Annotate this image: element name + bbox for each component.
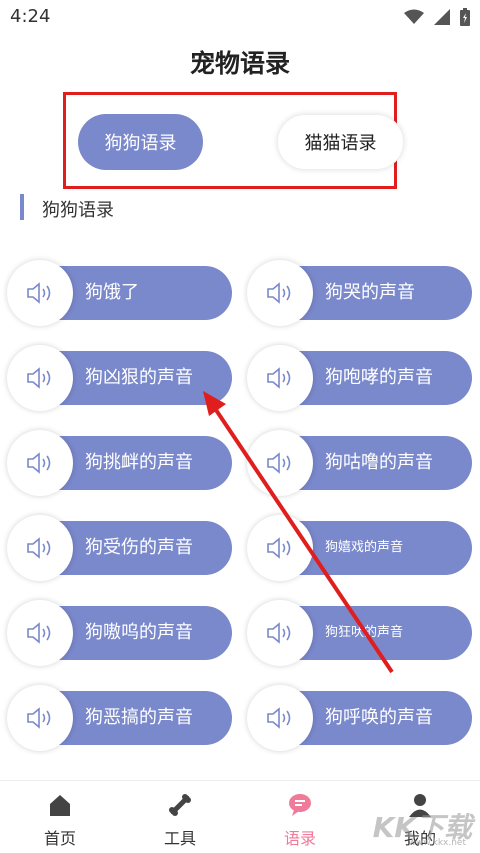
sound-item-label: 狗咆哮的声音: [325, 367, 433, 388]
nav-quotes[interactable]: 语录: [240, 781, 360, 853]
sound-item[interactable]: 狗嬉戏的声音: [247, 515, 472, 581]
speaker-icon[interactable]: [7, 345, 73, 411]
wifi-icon: [404, 9, 424, 29]
section-title: 狗狗语录: [42, 200, 114, 221]
status-icons: [404, 8, 470, 30]
speaker-icon[interactable]: [247, 260, 313, 326]
sound-item[interactable]: 狗狂吠的声音: [247, 600, 472, 666]
signal-icon: [434, 9, 450, 29]
speaker-icon[interactable]: [247, 430, 313, 496]
nav-label: 工具: [163, 829, 196, 848]
speaker-icon[interactable]: [247, 345, 313, 411]
section-indicator: [20, 194, 24, 220]
nav-label: 首页: [43, 829, 76, 848]
sound-item[interactable]: 狗嗷呜的声音: [7, 600, 232, 666]
watermark-url: www.kkx.net: [408, 838, 467, 848]
speaker-icon[interactable]: [247, 600, 313, 666]
page-title: 宠物语录: [189, 49, 290, 78]
sound-item-label: 狗恶搞的声音: [85, 707, 193, 728]
tab-cat-quotes[interactable]: 猫猫语录: [277, 114, 404, 170]
sound-item-label: 狗饿了: [85, 282, 139, 303]
nav-tools[interactable]: 工具: [120, 781, 240, 853]
nav-home[interactable]: 首页: [0, 781, 120, 853]
sound-item[interactable]: 狗咕噜的声音: [247, 430, 472, 496]
sound-item-bar: [47, 266, 232, 320]
nav-label: 语录: [283, 829, 316, 848]
speaker-icon[interactable]: [7, 600, 73, 666]
speaker-icon[interactable]: [7, 430, 73, 496]
sound-item[interactable]: 狗凶狠的声音: [7, 345, 232, 411]
speaker-icon[interactable]: [7, 515, 73, 581]
sound-item-label: 狗狂吠的声音: [325, 625, 404, 640]
sound-item-label: 狗嬉戏的声音: [325, 540, 404, 555]
sound-item[interactable]: 狗恶搞的声音: [7, 685, 232, 751]
sound-item[interactable]: 狗受伤的声音: [7, 515, 232, 581]
chat-icon: [286, 791, 314, 819]
speaker-icon[interactable]: [247, 685, 313, 751]
tab-dog-quotes[interactable]: 狗狗语录: [78, 114, 203, 170]
speaker-icon[interactable]: [247, 515, 313, 581]
home-icon: [46, 791, 74, 819]
sound-item-label: 狗哭的声音: [325, 282, 415, 303]
speaker-icon[interactable]: [7, 260, 73, 326]
battery-icon: [460, 8, 470, 30]
sound-item[interactable]: 狗挑衅的声音: [7, 430, 232, 496]
status-bar: 4:24: [0, 0, 480, 36]
sound-item[interactable]: 狗饿了: [7, 260, 232, 326]
sound-item-label: 狗挑衅的声音: [85, 452, 193, 473]
sound-item[interactable]: 狗咆哮的声音: [247, 345, 472, 411]
sound-item-label: 狗嗷呜的声音: [85, 622, 193, 643]
bone-icon: [166, 791, 194, 819]
sound-item[interactable]: 狗哭的声音: [247, 260, 472, 326]
status-time: 4:24: [10, 6, 51, 27]
sound-item-label: 狗呼唤的声音: [325, 707, 433, 728]
sound-item-label: 狗受伤的声音: [85, 537, 193, 558]
sound-item-label: 狗咕噜的声音: [325, 452, 433, 473]
sound-item[interactable]: 狗呼唤的声音: [247, 685, 472, 751]
sound-item-label: 狗凶狠的声音: [85, 367, 193, 388]
speaker-icon[interactable]: [7, 685, 73, 751]
